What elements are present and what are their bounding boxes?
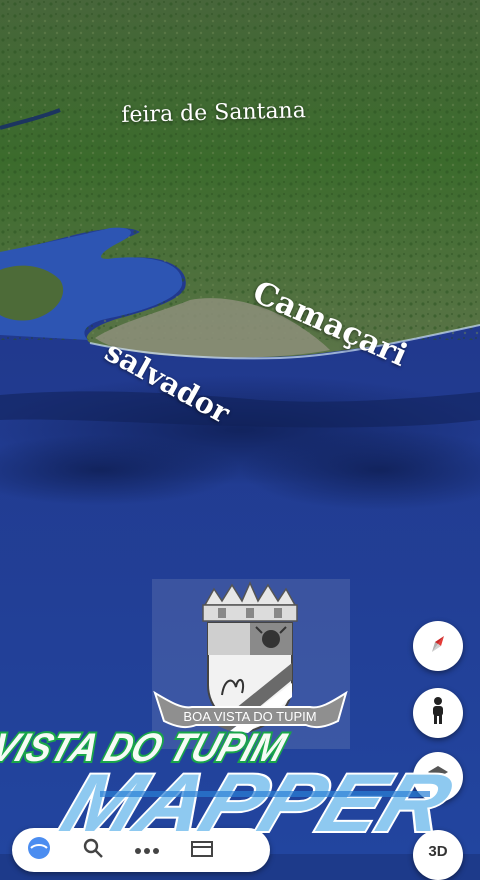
boa-vista-do-tupim-logo: BOA VISTA DO TUPIM BOA VISTA DO TUPIM MA… bbox=[0, 579, 466, 850]
logo-title-line2: MAPPER bbox=[50, 756, 463, 848]
crest-ribbon-text: BOA VISTA DO TUPIM bbox=[183, 709, 316, 724]
city-label-feira-de-santana: feira de Santana bbox=[121, 98, 307, 128]
